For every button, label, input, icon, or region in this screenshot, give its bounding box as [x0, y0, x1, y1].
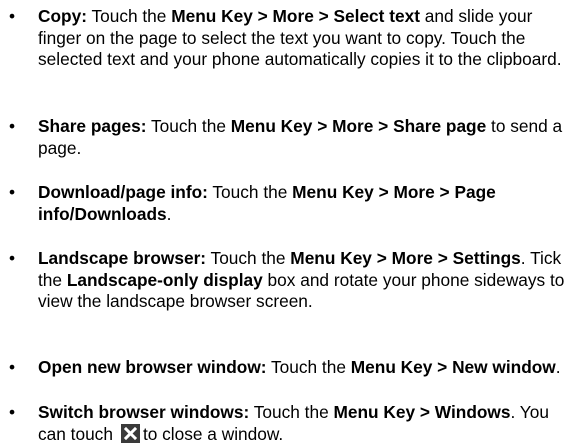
item-text: Touch the — [146, 116, 231, 136]
menu-path: Menu Key > New window — [350, 357, 556, 377]
option-name: Landscape-only display — [66, 269, 263, 290]
item-text: Touch the — [266, 357, 351, 377]
item-text: Touch the — [207, 182, 293, 202]
item-lead: Switch browser windows: — [38, 402, 250, 422]
item-lead: Copy: — [38, 6, 87, 26]
list-item-download-page-info: • Download/page info: Touch the Menu Key… — [9, 182, 578, 225]
bullet-marker: • — [8, 357, 16, 377]
document-page: • Copy: Touch the Menu Key > More > Sele… — [0, 0, 582, 445]
item-lead: Download/page info: — [38, 182, 208, 202]
item-lead: Share pages: — [38, 116, 147, 136]
item-text: Touch the — [86, 6, 172, 26]
bullet-marker: • — [8, 402, 16, 422]
list-item-switch-windows: • Switch browser windows: Touch the Menu… — [9, 402, 578, 445]
menu-path: Menu Key > More > Share page — [230, 116, 487, 136]
item-lead: Open new browser window: — [38, 357, 267, 377]
menu-path: Menu Key > More > Select text — [171, 6, 420, 26]
menu-path: Menu Key > Windows — [333, 402, 511, 422]
menu-path: Menu Key > More > Settings — [290, 248, 521, 268]
list-item-landscape-browser: • Landscape browser: Touch the Menu Key … — [9, 248, 578, 313]
item-text: Touch the — [206, 248, 291, 268]
item-text: Touch the — [249, 402, 334, 422]
item-text: to close a window. — [142, 423, 284, 444]
bullet-marker: • — [8, 6, 16, 26]
list-item-open-new-window: • Open new browser window: Touch the Men… — [9, 357, 578, 379]
item-lead: Landscape browser: — [38, 248, 207, 268]
item-text: . — [166, 203, 172, 224]
bullet-marker: • — [8, 116, 16, 136]
close-icon — [120, 423, 140, 443]
item-text: . — [555, 357, 561, 377]
bullet-marker: • — [8, 248, 16, 268]
list-item-share-pages: • Share pages: Touch the Menu Key > More… — [9, 116, 578, 159]
list-item-copy: • Copy: Touch the Menu Key > More > Sele… — [9, 6, 578, 71]
bullet-marker: • — [8, 182, 16, 202]
